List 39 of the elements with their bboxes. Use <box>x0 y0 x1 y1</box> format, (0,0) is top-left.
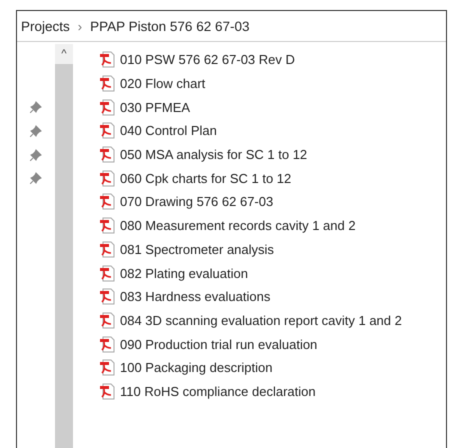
pdf-file-icon <box>99 336 116 353</box>
file-name[interactable]: 020 Flow chart <box>120 76 206 92</box>
file-name[interactable]: 084 3D scanning evaluation report cavity 1 and 2 <box>120 312 402 328</box>
breadcrumb-item[interactable]: Projects <box>21 18 70 34</box>
pdf-file-icon <box>99 98 116 116</box>
scrollbar[interactable]: ^ <box>55 44 73 448</box>
breadcrumb-item[interactable]: PPAP Piston 576 62 67-03 <box>90 18 250 34</box>
file-name[interactable]: 060 Cpk charts for SC 1 to 12 <box>120 170 292 186</box>
file-name[interactable]: 080 Measurement records cavity 1 and 2 <box>120 218 356 234</box>
pin-icon[interactable] <box>30 101 42 114</box>
pin-icon[interactable] <box>30 172 42 184</box>
pdf-file-icon <box>99 122 116 140</box>
file-name[interactable]: 090 Production trial run evaluation <box>120 336 318 352</box>
pdf-file-icon <box>99 193 116 210</box>
file-name[interactable]: 082 Plating evaluation <box>120 266 248 281</box>
pdf-file-icon <box>99 217 116 234</box>
file-name[interactable]: 050 MSA analysis for SC 1 to 12 <box>120 147 308 162</box>
file-name[interactable]: 070 Drawing 576 62 67-03 <box>120 194 274 210</box>
file-name[interactable]: 040 Control Plan <box>120 123 217 138</box>
pin-icon[interactable] <box>30 124 42 137</box>
file-name[interactable]: 110 RoHS compliance declaration <box>120 384 316 399</box>
pdf-file-icon <box>99 312 116 329</box>
pdf-file-icon <box>99 240 116 258</box>
pdf-file-icon <box>99 264 116 282</box>
pdf-file-icon <box>99 146 116 164</box>
file-name[interactable]: 081 Spectrometer analysis <box>120 242 274 257</box>
pdf-file-icon <box>99 51 116 68</box>
file-name[interactable]: 030 PFMEA <box>120 100 190 115</box>
pdf-file-icon <box>99 288 116 306</box>
file-name[interactable]: 100 Packaging description <box>120 360 272 376</box>
file-name[interactable]: 083 Hardness evaluations <box>120 289 270 304</box>
pdf-file-icon <box>99 75 116 92</box>
pdf-file-icon <box>99 382 116 400</box>
scroll-up-button[interactable]: ^ <box>55 44 73 64</box>
pin-icon[interactable] <box>30 148 42 161</box>
pdf-file-icon <box>99 359 116 376</box>
breadcrumb-separator: › <box>78 18 82 34</box>
file-name[interactable]: 010 PSW 576 62 67-03 Rev D <box>120 52 295 68</box>
pdf-file-icon <box>99 170 116 187</box>
